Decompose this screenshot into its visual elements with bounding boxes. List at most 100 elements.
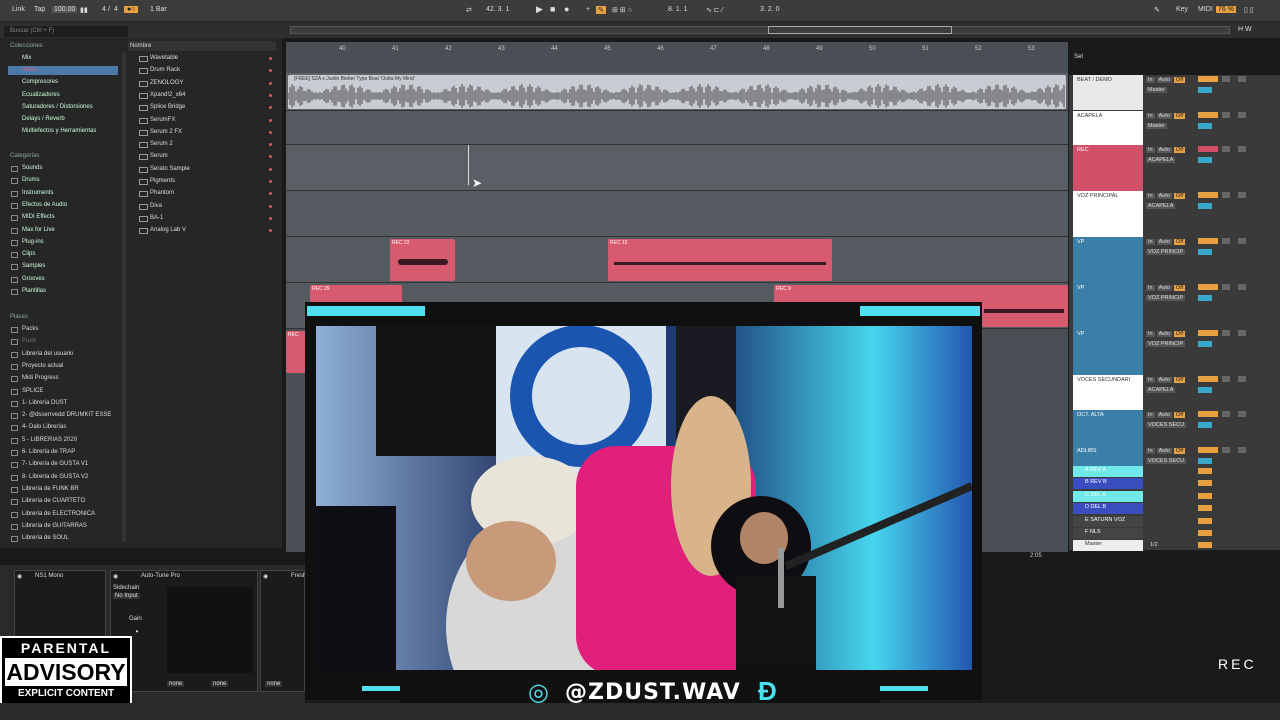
plugin-item[interactable]: Serato Sample [150,166,190,172]
plugin-item[interactable]: Serum 2 FX [150,129,182,135]
monitor-auto[interactable]: Auto [1156,285,1172,291]
volume-field[interactable] [1198,249,1212,255]
category-item[interactable]: Plantillas [22,288,46,294]
stop-button[interactable]: ■ [550,4,555,14]
collection-item[interactable]: Multiefectos y Herramientas [22,128,96,134]
place-item[interactable]: Push [22,338,36,344]
browser-scrollbar[interactable] [122,52,126,542]
tempo-field[interactable]: 100.00 [52,6,78,13]
solo-button[interactable] [1222,238,1230,244]
place-item[interactable]: Librería de ELECTRONICA [22,511,95,517]
mixer-track-header[interactable]: ACAPELA [1073,111,1143,145]
plugin-item[interactable]: Serum [150,153,168,159]
plugin-item[interactable]: Serum 2 [150,141,173,147]
output-routing-select[interactable]: VOZ PRINCIP [1146,295,1186,301]
volume-field[interactable] [1198,341,1212,347]
solo-button[interactable] [1222,284,1230,290]
track-number-button[interactable] [1198,284,1218,290]
volume-field[interactable] [1198,387,1212,393]
favorite-dot-icon[interactable] [269,167,272,171]
collection-item[interactable]: Saturadores / Distorsiones [22,104,93,110]
place-item[interactable]: 8- Librería de GUSTA V2 [22,474,88,480]
mixer-track-header[interactable]: ADLIBS [1073,446,1143,466]
solo-button[interactable] [1222,447,1230,453]
place-item[interactable]: Packs [22,326,38,332]
clip-rec-15[interactable]: REC 15 [608,239,832,281]
monitor-off[interactable]: Off [1173,412,1186,418]
arm-button[interactable] [1238,192,1246,198]
master-ratio[interactable]: 1/2 [1150,542,1158,548]
plugin-item[interactable]: Pigments [150,178,175,184]
place-item[interactable]: 2- @dsserrvedd DRUMKIT ESSE [22,412,111,418]
autotune-select-2[interactable]: none [211,681,229,687]
volume-field[interactable] [1198,203,1212,209]
mixer-track-header[interactable]: VP [1073,237,1143,283]
track-number-button[interactable] [1198,376,1218,382]
solo-button[interactable] [1222,330,1230,336]
mixer-track-header[interactable]: BEAT / DEMO [1073,75,1143,110]
play-button[interactable]: ▶ [536,4,543,15]
favorite-dot-icon[interactable] [269,216,272,220]
monitor-off[interactable]: Off [1173,285,1186,291]
arrangement-overview[interactable] [290,26,1230,34]
record-button[interactable]: ● [564,4,569,14]
volume-field[interactable] [1198,295,1212,301]
autotune-select-1[interactable]: none [167,681,185,687]
place-item[interactable]: Librería de GUITARRAS [22,523,87,529]
track-number-button[interactable] [1198,76,1218,82]
place-item[interactable]: Librería de CUARTETO [22,498,85,504]
monitor-off[interactable]: Off [1173,77,1186,83]
midi-map-button[interactable]: MIDI [1198,6,1213,13]
category-item[interactable]: Plug-ins [22,239,44,245]
place-item[interactable]: 7- Librería de GUSTA V1 [22,461,88,467]
collection-item[interactable]: Mix [22,55,31,61]
output-routing-select[interactable]: ACAPELA [1146,387,1176,393]
power-icon[interactable]: ◉ [263,573,268,580]
input-label[interactable]: In [1146,377,1155,383]
monitor-off[interactable]: Off [1173,113,1186,119]
monitor-auto[interactable]: Auto [1156,77,1172,83]
volume-field[interactable] [1198,422,1212,428]
solo-button[interactable] [1222,192,1230,198]
output-routing-select[interactable]: Master [1146,87,1167,93]
track-number-button[interactable] [1198,112,1218,118]
tap-button[interactable]: Tap [34,6,45,13]
place-item[interactable]: 5 - LIBRERIAS 2020 [22,437,77,443]
input-label[interactable]: In [1146,239,1155,245]
output-routing-select[interactable]: Master [1146,123,1167,129]
return-number-button[interactable] [1198,492,1212,499]
solo-button[interactable] [1222,146,1230,152]
track-number-button[interactable] [1198,192,1218,198]
monitor-off[interactable]: Off [1173,239,1186,245]
category-item[interactable]: Max for Live [22,227,55,233]
loop-start[interactable]: 8. 1. 1 [668,6,687,13]
favorite-dot-icon[interactable] [269,118,272,122]
sidechain-input-select[interactable]: No Input [113,593,140,599]
volume-field[interactable] [1198,123,1212,129]
plugin-item[interactable]: Analog Lab V [150,227,186,233]
monitor-off[interactable]: Off [1173,377,1186,383]
monitor-auto[interactable]: Auto [1156,113,1172,119]
return-track[interactable]: D DEL B [1073,503,1143,515]
input-label[interactable]: In [1146,448,1155,454]
plugin-item[interactable]: Wavetable [150,55,178,61]
collection-item[interactable]: Ecualizadores [22,92,60,98]
power-icon[interactable]: ◉ [113,573,118,580]
solo-button[interactable] [1222,411,1230,417]
volume-field[interactable] [1198,157,1212,163]
track-number-button[interactable] [1198,330,1218,336]
place-item[interactable]: Proyecto actual [22,363,63,369]
output-routing-select[interactable]: ACAPELA [1146,203,1176,209]
category-item[interactable]: Clips [22,251,35,257]
track-number-button[interactable] [1198,238,1218,244]
input-label[interactable]: In [1146,147,1155,153]
metronome-icon[interactable]: ▮▮ [80,6,88,14]
monitor-auto[interactable]: Auto [1156,377,1172,383]
input-label[interactable]: In [1146,113,1155,119]
plugin-item[interactable]: SerumFX [150,117,175,123]
category-item[interactable]: Drums [22,177,40,183]
clip-rec[interactable]: REC [286,331,306,373]
follow-icon[interactable]: ⇄ [466,6,472,14]
category-item[interactable]: Samples [22,263,45,269]
arm-button[interactable] [1238,376,1246,382]
